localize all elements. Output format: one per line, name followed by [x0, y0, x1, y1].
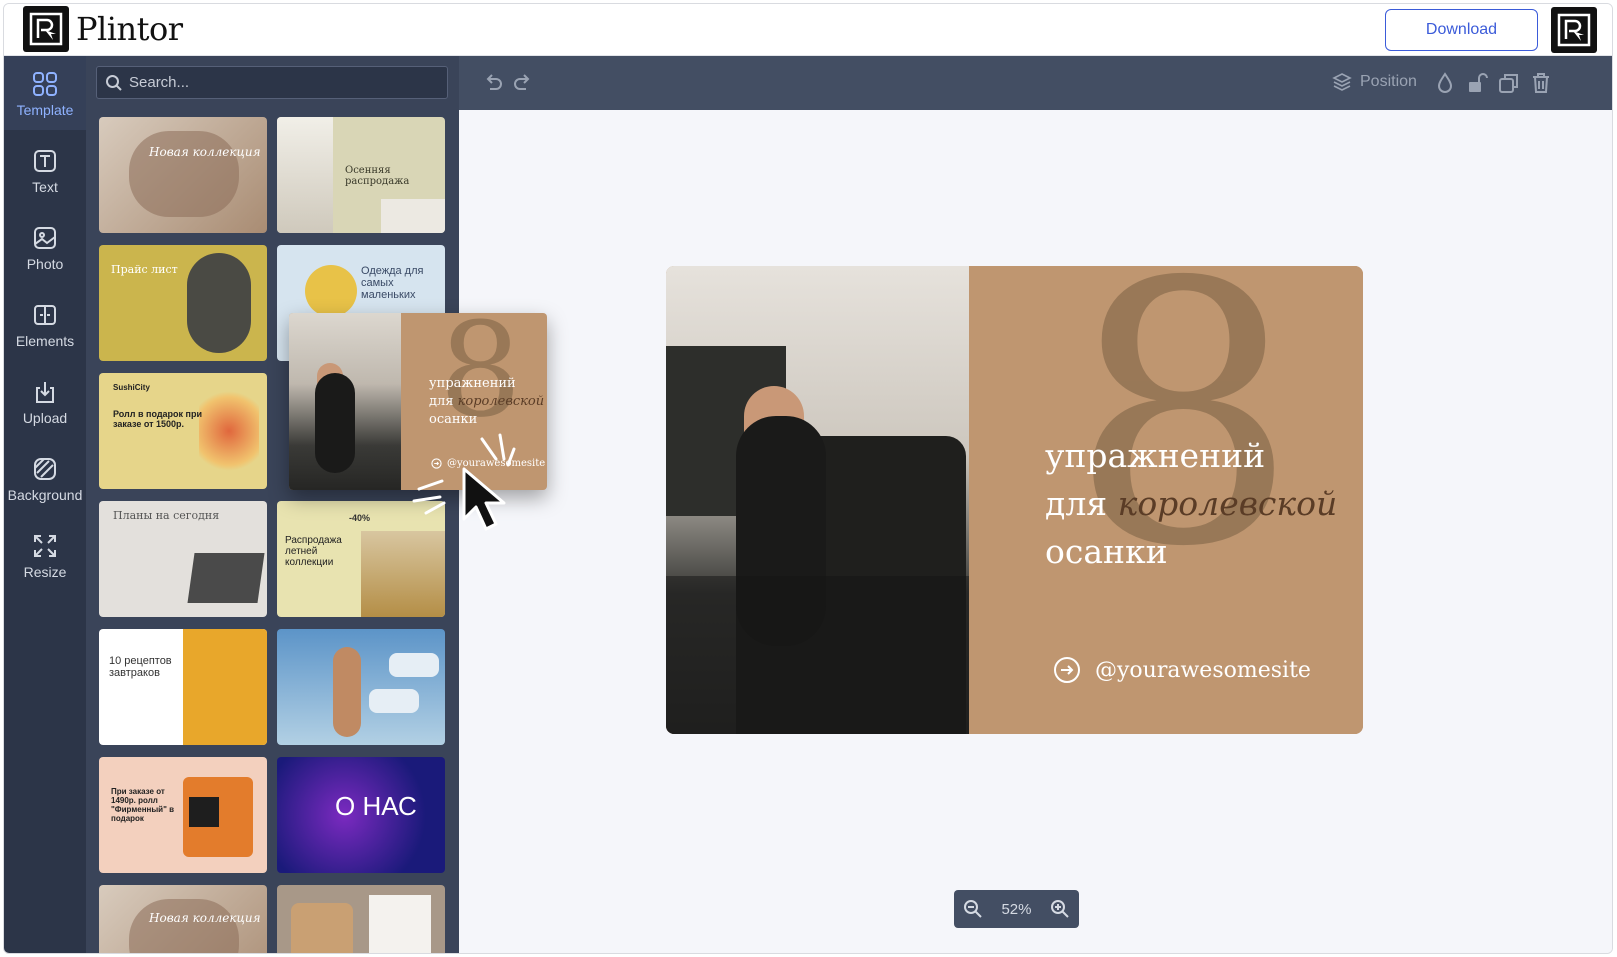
template-thumb[interactable] — [277, 885, 445, 953]
elements-icon — [34, 305, 56, 325]
position-label: Position — [1360, 73, 1417, 90]
rail-item-text[interactable]: Text — [4, 133, 86, 207]
search-box[interactable] — [96, 66, 448, 99]
logo-icon — [29, 12, 63, 46]
unlock-icon[interactable] — [1465, 71, 1489, 95]
drag-preview-headline: упражнений для королевской осанки — [429, 375, 544, 429]
drag-preview-photo — [289, 313, 401, 490]
rail-item-template[interactable]: Template — [4, 56, 86, 130]
search-icon — [106, 74, 122, 91]
redo-icon[interactable] — [511, 71, 535, 95]
profile-logo-button[interactable] — [1551, 7, 1597, 53]
headline-plain-word: для — [1045, 484, 1108, 523]
design-handle-text: @yourawesomesite — [1095, 657, 1311, 683]
template-thumb[interactable]: При заказе от 1490р. ролл "Фирменный" в … — [99, 757, 267, 873]
design-page[interactable]: 8 упражнений для королевской осанки @you… — [666, 266, 1363, 734]
design-headline[interactable]: упражнений для королевской осанки — [1045, 432, 1337, 576]
design-text-panel[interactable]: 8 упражнений для королевской осанки @you… — [969, 266, 1363, 734]
duplicate-icon[interactable] — [1497, 71, 1521, 95]
position-button[interactable]: Position — [1332, 72, 1417, 92]
app-window: Plintor Download Template Text Photo Ele… — [3, 3, 1613, 954]
rail-item-upload[interactable]: Upload — [4, 364, 86, 438]
app-name: Plintor — [76, 10, 183, 48]
drag-cursor-icon — [412, 433, 516, 531]
rail-label: Upload — [22, 410, 68, 426]
template-title: При заказе от 1490р. ролл "Фирменный" в … — [111, 787, 175, 823]
template-thumb[interactable] — [277, 629, 445, 745]
resize-icon — [34, 535, 56, 557]
rail-label: Elements — [15, 333, 75, 349]
template-title: Новая коллекция — [149, 145, 261, 159]
template-brand: SushiCity — [113, 383, 150, 392]
trash-icon[interactable] — [1529, 71, 1553, 95]
headline-line-2: для королевской — [1045, 480, 1337, 528]
background-icon — [34, 458, 56, 480]
rail-label: Resize — [23, 564, 67, 580]
rail-item-photo[interactable]: Photo — [4, 210, 86, 284]
template-thumb[interactable]: Осенняя распродажа — [277, 117, 445, 233]
logo-icon — [1557, 13, 1591, 47]
layers-icon — [1332, 73, 1352, 91]
template-title: Одежда для самых маленьких — [361, 265, 424, 301]
template-title: Прайс лист — [111, 263, 178, 276]
upload-icon — [36, 382, 54, 403]
template-title: Планы на сегодня — [113, 509, 220, 522]
opacity-icon[interactable] — [1433, 71, 1457, 95]
template-thumb[interactable]: О НАС — [277, 757, 445, 873]
rail-label: Background — [7, 487, 83, 503]
left-nav-rail: Template Text Photo Elements Upload Back… — [4, 56, 86, 953]
template-title: О НАС — [335, 791, 417, 821]
zoom-control: 52% — [954, 890, 1079, 928]
canvas-toolbar: Position — [459, 56, 1612, 110]
text-icon — [34, 150, 56, 172]
rail-label: Photo — [26, 256, 64, 272]
template-thumb[interactable]: Новая коллекция — [99, 885, 267, 953]
template-title: Осенняя распродажа — [345, 165, 410, 187]
template-title: Распродажа летней коллекции — [285, 535, 342, 568]
design-handle[interactable]: @yourawesomesite — [1053, 656, 1311, 684]
rail-item-background[interactable]: Background — [4, 441, 86, 515]
template-title: Ролл в подарок при заказе от 1500р. — [113, 409, 203, 429]
drag-line-2: для королевской — [429, 393, 544, 411]
yoga-photo[interactable] — [666, 266, 969, 734]
template-thumb[interactable]: Новая коллекция — [99, 117, 267, 233]
arrow-circle-icon — [1054, 657, 1080, 683]
headline-line-1: упражнений — [1045, 436, 1266, 475]
logo-mark[interactable] — [23, 6, 69, 52]
drag-plain-word: для — [429, 394, 454, 409]
rail-item-resize[interactable]: Resize — [4, 518, 86, 592]
template-badge: -40% — [349, 513, 371, 523]
template-title: 10 рецептов завтраков — [109, 655, 172, 679]
top-header: Plintor Download — [4, 4, 1612, 56]
zoom-out-icon[interactable] — [963, 899, 983, 919]
search-input[interactable] — [129, 74, 429, 91]
headline-line-3: осанки — [1045, 532, 1168, 571]
download-button[interactable]: Download — [1385, 9, 1538, 51]
undo-icon[interactable] — [481, 71, 505, 95]
image-icon — [34, 227, 56, 249]
headline-italic-word: королевской — [1117, 484, 1338, 523]
drag-line-1: упражнений — [429, 376, 516, 391]
grid-icon — [33, 72, 57, 96]
rail-item-elements[interactable]: Elements — [4, 287, 86, 361]
rail-label: Text — [32, 179, 58, 195]
zoom-in-icon[interactable] — [1050, 899, 1070, 919]
zoom-level: 52% — [1001, 900, 1032, 918]
template-thumb[interactable]: 10 рецептов завтраков — [99, 629, 267, 745]
drag-italic-word: королевской — [457, 394, 545, 409]
template-thumb[interactable]: SushiCity Ролл в подарок при заказе от 1… — [99, 373, 267, 489]
template-thumb[interactable]: Планы на сегодня — [99, 501, 267, 617]
template-thumb[interactable]: Прайс лист — [99, 245, 267, 361]
template-title: Новая коллекция — [149, 911, 261, 925]
drag-line-3: осанки — [429, 412, 478, 427]
rail-label: Template — [16, 102, 74, 118]
